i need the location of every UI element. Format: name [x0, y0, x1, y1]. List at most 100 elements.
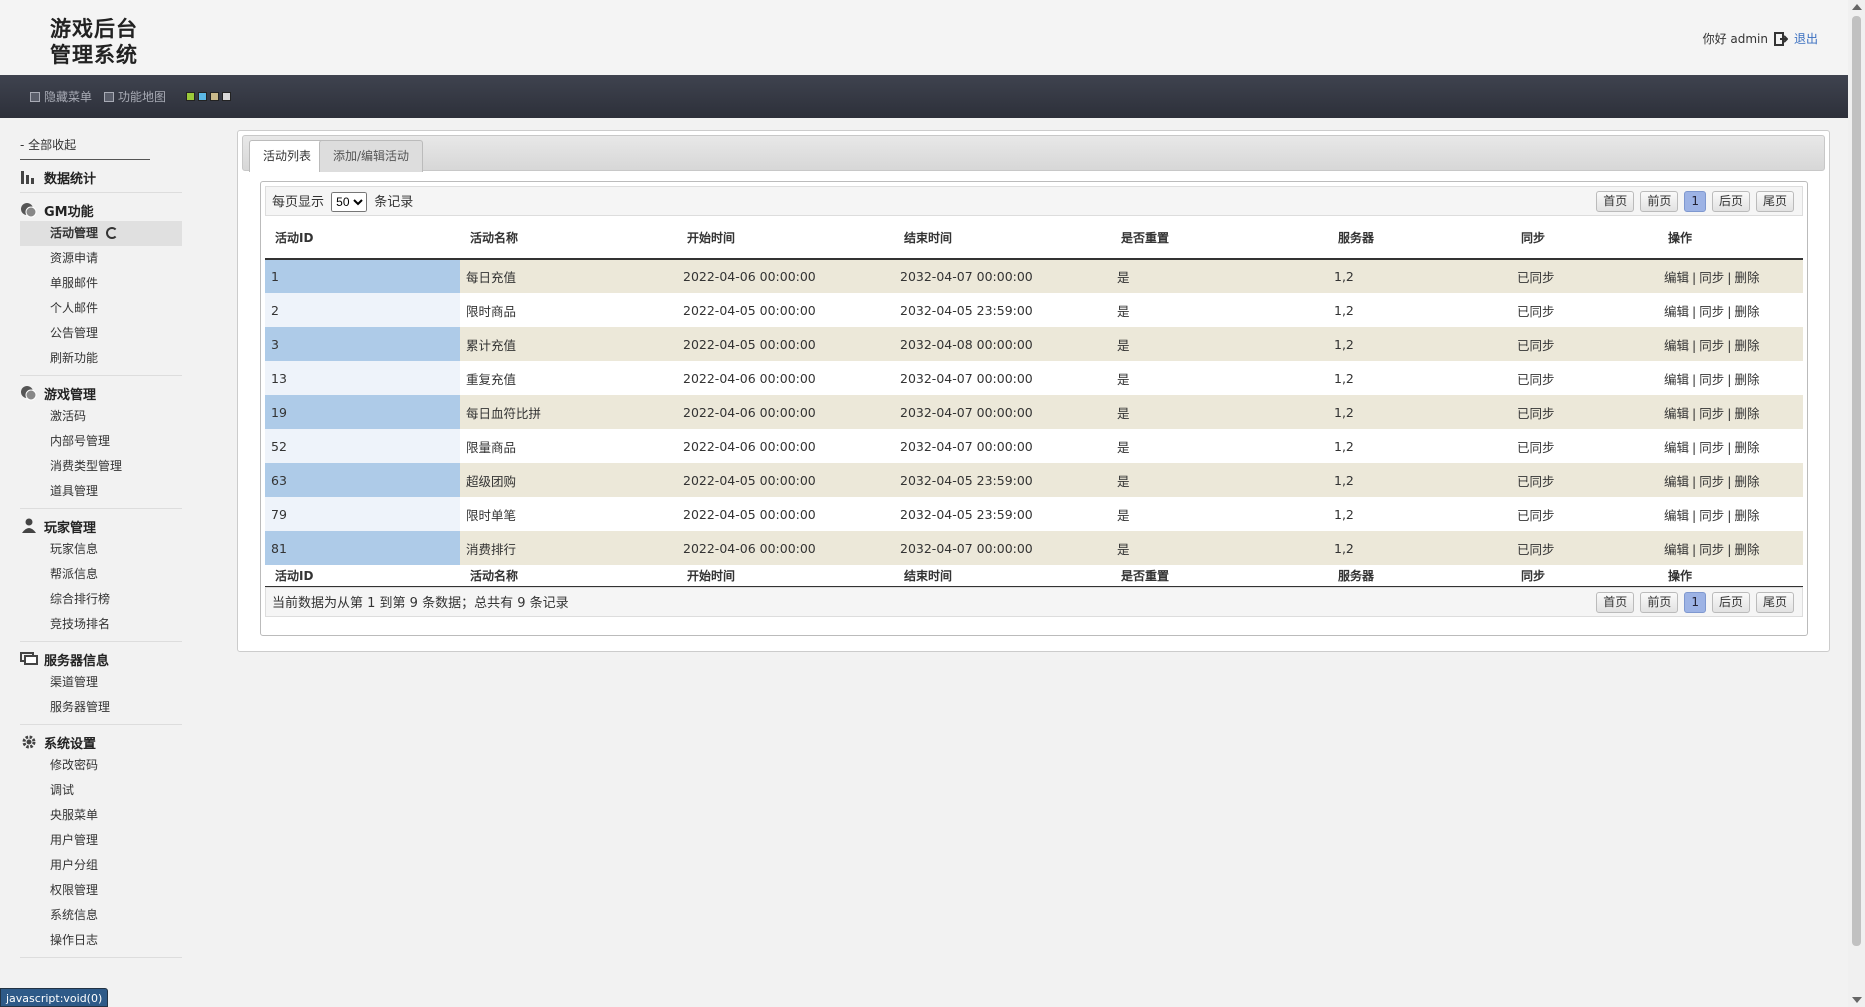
- edit-link[interactable]: 编辑: [1664, 270, 1689, 285]
- column-footer: 是否重置: [1111, 565, 1328, 587]
- prev-page-button[interactable]: 前页: [1640, 191, 1679, 212]
- column-header[interactable]: 是否重置: [1111, 216, 1328, 260]
- scroll-thumb[interactable]: [1852, 16, 1861, 946]
- server-cell: 1,2: [1328, 293, 1511, 327]
- column-header[interactable]: 服务器: [1328, 216, 1511, 260]
- sidebar-item-user-groups[interactable]: 用户分组: [20, 853, 182, 878]
- sidebar-group-title[interactable]: 游戏管理: [20, 382, 182, 404]
- sidebar-item-consumption-types[interactable]: 消费类型管理: [20, 454, 182, 479]
- delete-link[interactable]: 删除: [1734, 304, 1759, 319]
- edit-link[interactable]: 编辑: [1664, 372, 1689, 387]
- first-page-button[interactable]: 首页: [1596, 591, 1635, 613]
- sidebar-item-leaderboard[interactable]: 综合排行榜: [20, 587, 182, 612]
- edit-link[interactable]: 编辑: [1664, 338, 1689, 353]
- column-footer: 活动ID: [265, 565, 460, 587]
- column-header[interactable]: 同步: [1511, 216, 1658, 260]
- sidebar-item-refresh[interactable]: 刷新功能: [20, 346, 182, 371]
- page-scrollbar[interactable]: [1848, 0, 1865, 1007]
- edit-link[interactable]: 编辑: [1664, 474, 1689, 489]
- sidebar-group-title[interactable]: 系统设置: [20, 731, 182, 753]
- hide-menu-button[interactable]: 隐藏菜单: [30, 88, 92, 105]
- sync-link[interactable]: 同步: [1699, 508, 1724, 523]
- start-time-cell: 2022-04-06 00:00:00: [677, 531, 894, 565]
- tab-add-edit-activity[interactable]: 添加/编辑活动: [319, 140, 424, 172]
- end-time-cell: 2032-04-05 23:59:00: [894, 497, 1111, 531]
- last-page-button[interactable]: 尾页: [1755, 191, 1794, 212]
- edit-link[interactable]: 编辑: [1664, 440, 1689, 455]
- current-page-button[interactable]: 1: [1684, 191, 1706, 212]
- sync-link[interactable]: 同步: [1699, 372, 1724, 387]
- logout-icon[interactable]: [1773, 31, 1789, 46]
- delete-link[interactable]: 删除: [1734, 338, 1759, 353]
- end-time-cell: 2032-04-08 00:00:00: [894, 327, 1111, 361]
- sidebar-item-server-management[interactable]: 服务器管理: [20, 695, 182, 720]
- sync-link[interactable]: 同步: [1699, 474, 1724, 489]
- theme-swatch-tan[interactable]: [210, 92, 220, 101]
- per-page-select[interactable]: 50: [331, 191, 368, 212]
- sidebar-item-activation-code[interactable]: 激活码: [20, 404, 182, 429]
- next-page-button[interactable]: 后页: [1711, 191, 1750, 212]
- delete-link[interactable]: 删除: [1734, 508, 1759, 523]
- delete-link[interactable]: 删除: [1734, 372, 1759, 387]
- sidebar-group-title[interactable]: 数据统计: [20, 166, 182, 188]
- sidebar-item-permissions[interactable]: 权限管理: [20, 878, 182, 903]
- sidebar-group-title[interactable]: GM功能: [20, 199, 182, 221]
- sidebar-item-internal-accounts[interactable]: 内部号管理: [20, 429, 182, 454]
- sync-link[interactable]: 同步: [1699, 542, 1724, 557]
- sidebar-item-announcement[interactable]: 公告管理: [20, 321, 182, 346]
- scroll-down-arrow-icon[interactable]: [1852, 997, 1862, 1003]
- sidebar-item-debug[interactable]: 调试: [20, 778, 182, 803]
- last-page-button[interactable]: 尾页: [1755, 591, 1794, 613]
- sidebar-group-title[interactable]: 服务器信息: [20, 648, 182, 670]
- sidebar-item-server-mail[interactable]: 单服邮件: [20, 271, 182, 296]
- theme-swatch-green[interactable]: [186, 92, 196, 101]
- logo[interactable]: 游戏后台 管理系统: [50, 16, 160, 68]
- sidebar-item-central-menu[interactable]: 央服菜单: [20, 803, 182, 828]
- column-header[interactable]: 结束时间: [894, 216, 1111, 260]
- edit-link[interactable]: 编辑: [1664, 542, 1689, 557]
- sidebar-item-system-info[interactable]: 系统信息: [20, 903, 182, 928]
- column-header[interactable]: 活动ID: [265, 216, 460, 260]
- sidebar-item-operation-log[interactable]: 操作日志: [20, 928, 182, 953]
- theme-swatch-blue[interactable]: [198, 92, 208, 101]
- edit-link[interactable]: 编辑: [1664, 508, 1689, 523]
- sidebar-item-channel-management[interactable]: 渠道管理: [20, 670, 182, 695]
- sync-link[interactable]: 同步: [1699, 406, 1724, 421]
- edit-link[interactable]: 编辑: [1664, 304, 1689, 319]
- edit-link[interactable]: 编辑: [1664, 406, 1689, 421]
- start-time-cell: 2022-04-05 00:00:00: [677, 293, 894, 327]
- sidebar-group-title[interactable]: 玩家管理: [20, 515, 182, 537]
- sidebar-item-player-info[interactable]: 玩家信息: [20, 537, 182, 562]
- sidebar-item-user-management[interactable]: 用户管理: [20, 828, 182, 853]
- prev-page-button[interactable]: 前页: [1640, 591, 1679, 613]
- sync-link[interactable]: 同步: [1699, 304, 1724, 319]
- delete-link[interactable]: 删除: [1734, 440, 1759, 455]
- theme-swatch-gray[interactable]: [222, 92, 232, 101]
- delete-link[interactable]: 删除: [1734, 270, 1759, 285]
- sync-link[interactable]: 同步: [1699, 440, 1724, 455]
- sidebar-item-guild-info[interactable]: 帮派信息: [20, 562, 182, 587]
- sidebar-item-arena-ranking[interactable]: 竞技场排名: [20, 612, 182, 637]
- column-header[interactable]: 开始时间: [677, 216, 894, 260]
- scroll-up-arrow-icon[interactable]: [1852, 4, 1862, 10]
- tab-activity-list[interactable]: 活动列表: [249, 140, 326, 172]
- delete-link[interactable]: 删除: [1734, 406, 1759, 421]
- logout-link[interactable]: 退出: [1794, 30, 1818, 47]
- delete-link[interactable]: 删除: [1734, 542, 1759, 557]
- sidebar-item-change-password[interactable]: 修改密码: [20, 753, 182, 778]
- delete-link[interactable]: 删除: [1734, 474, 1759, 489]
- activity-name-cell: 限时单笔: [460, 497, 677, 531]
- sidebar-item-resource-request[interactable]: 资源申请: [20, 246, 182, 271]
- sync-link[interactable]: 同步: [1699, 338, 1724, 353]
- sidebar-item-items[interactable]: 道具管理: [20, 479, 182, 504]
- sidebar-item-personal-mail[interactable]: 个人邮件: [20, 296, 182, 321]
- next-page-button[interactable]: 后页: [1711, 591, 1750, 613]
- collapse-all-link[interactable]: - 全部收起: [20, 136, 150, 160]
- current-page-button[interactable]: 1: [1684, 591, 1706, 613]
- feature-map-button[interactable]: 功能地图: [104, 88, 166, 105]
- column-header[interactable]: 活动名称: [460, 216, 677, 260]
- separator: |: [1727, 541, 1732, 557]
- first-page-button[interactable]: 首页: [1596, 191, 1635, 212]
- sync-link[interactable]: 同步: [1699, 270, 1724, 285]
- sidebar-item-activity-management[interactable]: 活动管理: [20, 221, 182, 246]
